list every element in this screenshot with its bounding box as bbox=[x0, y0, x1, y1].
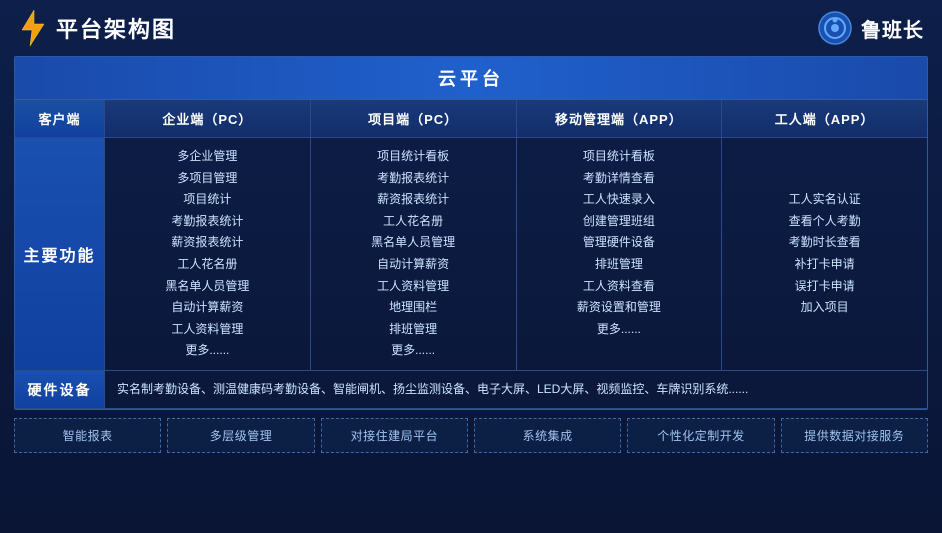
hardware-label: 硬件设备 bbox=[15, 371, 105, 408]
enterprise-feature-3: 项目统计 bbox=[111, 189, 304, 211]
worker-feature-5: 误打卡申请 bbox=[728, 276, 921, 298]
page-title: 平台架构图 bbox=[56, 12, 176, 44]
enterprise-features: 多企业管理 多项目管理 项目统计 考勤报表统计 薪资报表统计 工人花名册 黑名单… bbox=[105, 138, 311, 370]
enterprise-feature-1: 多企业管理 bbox=[111, 146, 304, 168]
col-header-worker: 工人端（APP） bbox=[722, 100, 927, 137]
feature-multi-level: 多层级管理 bbox=[167, 418, 314, 453]
project-feature-3: 薪资报表统计 bbox=[317, 189, 510, 211]
worker-feature-3: 考勤时长查看 bbox=[728, 232, 921, 254]
mobile-feature-5: 管理硬件设备 bbox=[523, 232, 716, 254]
enterprise-feature-6: 工人花名册 bbox=[111, 254, 304, 276]
hardware-row: 硬件设备 实名制考勤设备、测温健康码考勤设备、智能闸机、扬尘监测设备、电子大屏、… bbox=[15, 371, 927, 409]
main-functions-row: 主要功能 多企业管理 多项目管理 项目统计 考勤报表统计 薪资报表统计 工人花名… bbox=[15, 138, 927, 371]
project-feature-4: 工人花名册 bbox=[317, 211, 510, 233]
project-feature-9: 排班管理 bbox=[317, 319, 510, 341]
project-features: 项目统计看板 考勤报表统计 薪资报表统计 工人花名册 黑名单人员管理 自动计算薪… bbox=[311, 138, 517, 370]
logo-icon bbox=[18, 10, 46, 46]
col-header-enterprise: 企业端（PC） bbox=[105, 100, 311, 137]
project-feature-2: 考勤报表统计 bbox=[317, 168, 510, 190]
cloud-platform-header: 云平台 bbox=[15, 57, 927, 100]
mobile-feature-6: 排班管理 bbox=[523, 254, 716, 276]
header: 平台架构图 鲁班长 bbox=[14, 10, 928, 46]
worker-feature-4: 补打卡申请 bbox=[728, 254, 921, 276]
mobile-feature-1: 项目统计看板 bbox=[523, 146, 716, 168]
feature-custom-dev: 个性化定制开发 bbox=[627, 418, 774, 453]
hardware-content: 实名制考勤设备、测温健康码考勤设备、智能闸机、扬尘监测设备、电子大屏、LED大屏… bbox=[105, 371, 927, 408]
enterprise-feature-9: 工人资料管理 bbox=[111, 319, 304, 341]
col-header-project: 项目端（PC） bbox=[311, 100, 517, 137]
worker-feature-1: 工人实名认证 bbox=[728, 189, 921, 211]
project-feature-6: 自动计算薪资 bbox=[317, 254, 510, 276]
brand-icon bbox=[817, 10, 853, 46]
architecture-table: 云平台 客户端 企业端（PC） 项目端（PC） 移动管理端（APP） 工人端（A… bbox=[14, 56, 928, 410]
feature-system-integration: 系统集成 bbox=[474, 418, 621, 453]
worker-feature-2: 查看个人考勤 bbox=[728, 211, 921, 233]
enterprise-feature-2: 多项目管理 bbox=[111, 168, 304, 190]
page-container: 平台架构图 鲁班长 云平台 客户端 企业端（PC） 项目端（PC） 移动管理端（… bbox=[0, 0, 942, 533]
feature-gov-platform: 对接住建局平台 bbox=[321, 418, 468, 453]
main-function-label: 主要功能 bbox=[15, 138, 105, 370]
enterprise-feature-10: 更多...... bbox=[111, 340, 304, 362]
brand-logo: 鲁班长 bbox=[817, 10, 924, 46]
brand-name: 鲁班长 bbox=[861, 14, 924, 43]
project-feature-1: 项目统计看板 bbox=[317, 146, 510, 168]
mobile-feature-2: 考勤详情查看 bbox=[523, 168, 716, 190]
header-left: 平台架构图 bbox=[18, 10, 176, 46]
mobile-feature-4: 创建管理班组 bbox=[523, 211, 716, 233]
enterprise-feature-7: 黑名单人员管理 bbox=[111, 276, 304, 298]
project-feature-10: 更多...... bbox=[317, 340, 510, 362]
project-feature-8: 地理围栏 bbox=[317, 297, 510, 319]
worker-features: 工人实名认证 查看个人考勤 考勤时长查看 补打卡申请 误打卡申请 加入项目 bbox=[722, 138, 927, 370]
col-header-client: 客户端 bbox=[15, 100, 105, 137]
project-feature-7: 工人资料管理 bbox=[317, 276, 510, 298]
worker-feature-6: 加入项目 bbox=[728, 297, 921, 319]
feature-smart-report: 智能报表 bbox=[14, 418, 161, 453]
enterprise-feature-4: 考勤报表统计 bbox=[111, 211, 304, 233]
mobile-feature-8: 薪资设置和管理 bbox=[523, 297, 716, 319]
project-feature-5: 黑名单人员管理 bbox=[317, 232, 510, 254]
mobile-features: 项目统计看板 考勤详情查看 工人快速录入 创建管理班组 管理硬件设备 排班管理 … bbox=[517, 138, 723, 370]
column-headers: 客户端 企业端（PC） 项目端（PC） 移动管理端（APP） 工人端（APP） bbox=[15, 100, 927, 138]
feature-data-service: 提供数据对接服务 bbox=[781, 418, 928, 453]
enterprise-feature-5: 薪资报表统计 bbox=[111, 232, 304, 254]
bottom-features: 智能报表 多层级管理 对接住建局平台 系统集成 个性化定制开发 提供数据对接服务 bbox=[14, 418, 928, 453]
mobile-feature-9: 更多...... bbox=[523, 319, 716, 341]
mobile-feature-3: 工人快速录入 bbox=[523, 189, 716, 211]
enterprise-feature-8: 自动计算薪资 bbox=[111, 297, 304, 319]
mobile-feature-7: 工人资料查看 bbox=[523, 276, 716, 298]
col-header-mobile: 移动管理端（APP） bbox=[517, 100, 723, 137]
